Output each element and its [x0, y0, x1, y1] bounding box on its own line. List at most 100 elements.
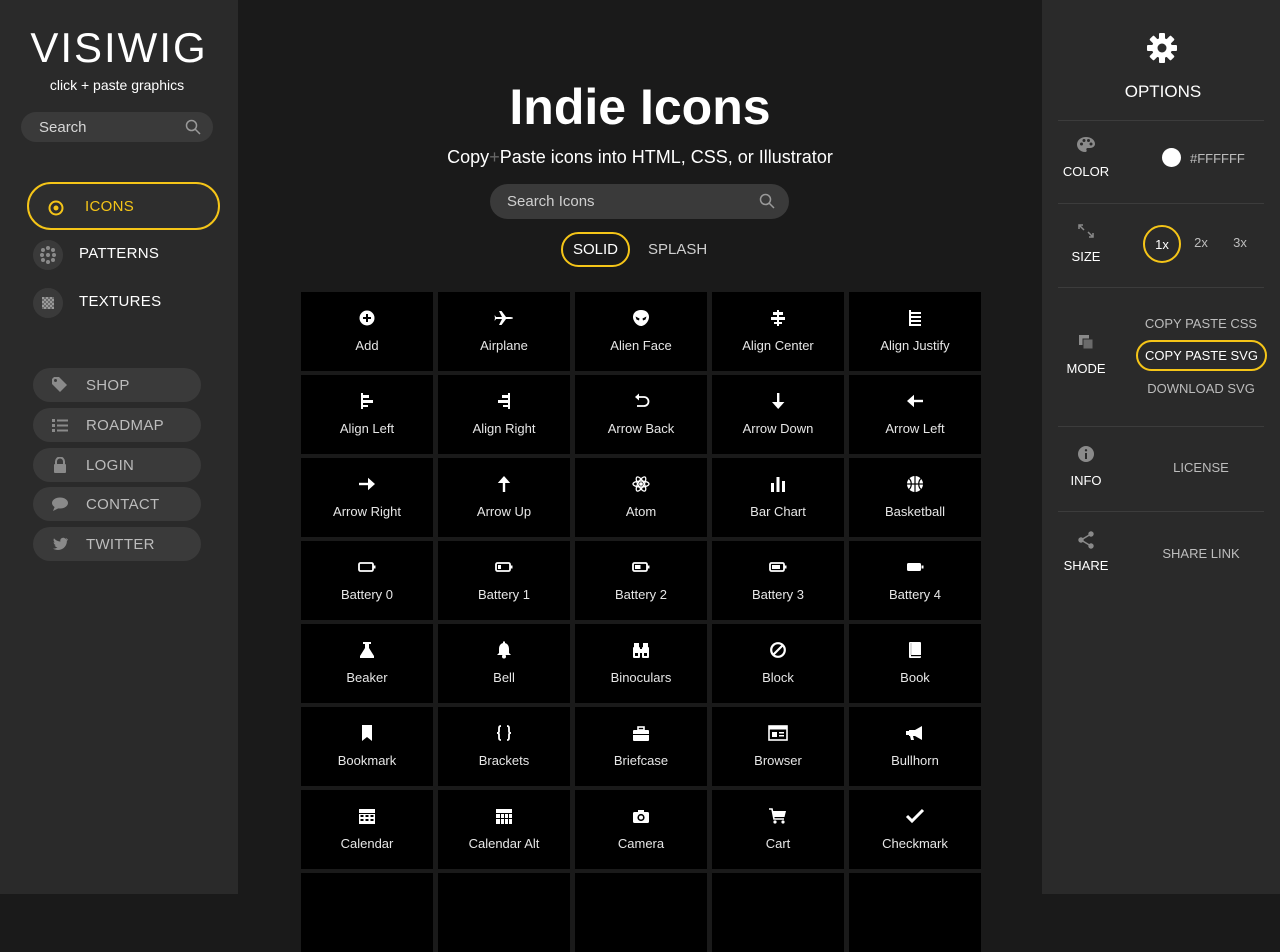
- binoculars-icon: [633, 643, 649, 658]
- checkmark-icon: [905, 808, 925, 824]
- icon-tile[interactable]: Book: [849, 624, 981, 703]
- icon-tile[interactable]: Battery 1: [438, 541, 570, 620]
- mode-copy-css[interactable]: COPY PASTE CSS: [1135, 316, 1267, 331]
- icon-tile[interactable]: Bullhorn: [849, 707, 981, 786]
- icon-label: Align Right: [472, 421, 536, 436]
- login-link[interactable]: LOGIN: [33, 448, 201, 482]
- browser-icon: [768, 725, 788, 741]
- icon-tile[interactable]: Add: [301, 292, 433, 371]
- icon-label: Briefcase: [613, 753, 669, 768]
- icon-tile[interactable]: Battery 0: [301, 541, 433, 620]
- book-icon: [909, 642, 921, 658]
- dots-pattern-icon: [33, 240, 63, 270]
- icon-tile[interactable]: [849, 873, 981, 952]
- twitter-icon: [53, 537, 68, 550]
- icon-tile[interactable]: Bookmark: [301, 707, 433, 786]
- icon-tile[interactable]: Brackets: [438, 707, 570, 786]
- icon-tile[interactable]: [438, 873, 570, 952]
- size-1x[interactable]: 1x: [1143, 225, 1181, 263]
- icon-tile[interactable]: Align Center: [712, 292, 844, 371]
- nav-label: ICONS: [85, 198, 135, 215]
- divider: [1058, 511, 1264, 512]
- icon-tile[interactable]: Battery 3: [712, 541, 844, 620]
- icon-tile[interactable]: Briefcase: [575, 707, 707, 786]
- icon-tile[interactable]: Align Justify: [849, 292, 981, 371]
- divider: [1058, 426, 1264, 427]
- mode-download-svg[interactable]: DOWNLOAD SVG: [1135, 381, 1267, 396]
- icon-search-input[interactable]: Search Icons: [490, 184, 789, 219]
- icon-label: Bookmark: [337, 753, 397, 768]
- icon-tile[interactable]: Beaker: [301, 624, 433, 703]
- icon-tile[interactable]: Battery 4: [849, 541, 981, 620]
- icon-tile[interactable]: Arrow Down: [712, 375, 844, 454]
- license-link[interactable]: LICENSE: [1135, 460, 1267, 475]
- icon-tile[interactable]: Align Left: [301, 375, 433, 454]
- color-label: COLOR: [1062, 164, 1110, 179]
- twitter-link[interactable]: TWITTER: [33, 527, 201, 561]
- roadmap-link[interactable]: ROADMAP: [33, 408, 201, 442]
- briefcase-icon: [633, 726, 649, 741]
- info-label: INFO: [1070, 473, 1102, 488]
- icon-tile[interactable]: Calendar Alt: [438, 790, 570, 869]
- icon-tile[interactable]: Atom: [575, 458, 707, 537]
- size-3x[interactable]: 3x: [1221, 225, 1259, 263]
- search-placeholder: Search: [39, 119, 87, 136]
- icon-tile[interactable]: Block: [712, 624, 844, 703]
- icon-tile[interactable]: Checkmark: [849, 790, 981, 869]
- divider: [1058, 120, 1264, 121]
- chat-icon: [52, 497, 68, 511]
- nav-icons[interactable]: ICONS: [27, 182, 220, 230]
- icon-label: Align Justify: [880, 338, 950, 353]
- icon-tile[interactable]: Align Right: [438, 375, 570, 454]
- page-subtitle: Copy+Paste icons into HTML, CSS, or Illu…: [238, 147, 1042, 168]
- color-swatch[interactable]: [1162, 148, 1181, 167]
- icon-tile[interactable]: [575, 873, 707, 952]
- size-2x[interactable]: 2x: [1182, 225, 1220, 263]
- shop-link[interactable]: SHOP: [33, 368, 201, 402]
- logo[interactable]: VISIWIG: [0, 26, 238, 70]
- icon-tile[interactable]: Alien Face: [575, 292, 707, 371]
- mode-copy-svg[interactable]: COPY PASTE SVG: [1136, 340, 1267, 371]
- icon-label: Checkmark: [882, 836, 948, 851]
- lock-icon: [54, 457, 66, 473]
- icon-label: Align Center: [742, 338, 814, 353]
- nav-label: TEXTURES: [79, 293, 162, 310]
- icon-tile[interactable]: Arrow Left: [849, 375, 981, 454]
- icon-tile[interactable]: Arrow Up: [438, 458, 570, 537]
- basketball-icon: [907, 476, 923, 492]
- nav-patterns[interactable]: PATTERNS: [27, 230, 220, 278]
- icon-tile[interactable]: Binoculars: [575, 624, 707, 703]
- icon-tile[interactable]: [301, 873, 433, 952]
- sidebar-search-input[interactable]: Search: [21, 112, 213, 142]
- resize-icon: [1078, 224, 1094, 238]
- share-link[interactable]: SHARE LINK: [1135, 546, 1267, 561]
- icon-tile[interactable]: Camera: [575, 790, 707, 869]
- arrow-back-icon: [635, 393, 650, 407]
- icon-label: Arrow Up: [476, 504, 532, 519]
- icon-tile[interactable]: Basketball: [849, 458, 981, 537]
- icon-tile[interactable]: Cart: [712, 790, 844, 869]
- beaker-icon: [360, 642, 374, 658]
- page-title: Indie Icons: [509, 79, 771, 135]
- icon-tile[interactable]: Calendar: [301, 790, 433, 869]
- nav-textures[interactable]: TEXTURES: [27, 278, 220, 326]
- icon-tile[interactable]: Arrow Back: [575, 375, 707, 454]
- align-justify-icon: [909, 310, 921, 326]
- contact-link[interactable]: CONTACT: [33, 487, 201, 521]
- icon-tile[interactable]: Bell: [438, 624, 570, 703]
- icon-label: Browser: [754, 753, 802, 768]
- tagline: click + paste graphics: [49, 77, 185, 93]
- icon-tile[interactable]: Browser: [712, 707, 844, 786]
- icon-tile[interactable]: Battery 2: [575, 541, 707, 620]
- tab-solid[interactable]: SOLID: [561, 232, 630, 267]
- icon-tile[interactable]: Airplane: [438, 292, 570, 371]
- icon-label: Add: [355, 338, 379, 353]
- tab-splash[interactable]: SPLASH: [648, 241, 707, 258]
- icon-tile[interactable]: Bar Chart: [712, 458, 844, 537]
- search-placeholder: Search Icons: [507, 193, 595, 210]
- icon-label: Block: [762, 670, 794, 685]
- icon-tile[interactable]: Arrow Right: [301, 458, 433, 537]
- icon-tile[interactable]: [712, 873, 844, 952]
- icon-label: Arrow Down: [742, 421, 814, 436]
- color-value[interactable]: #FFFFFF: [1190, 151, 1245, 166]
